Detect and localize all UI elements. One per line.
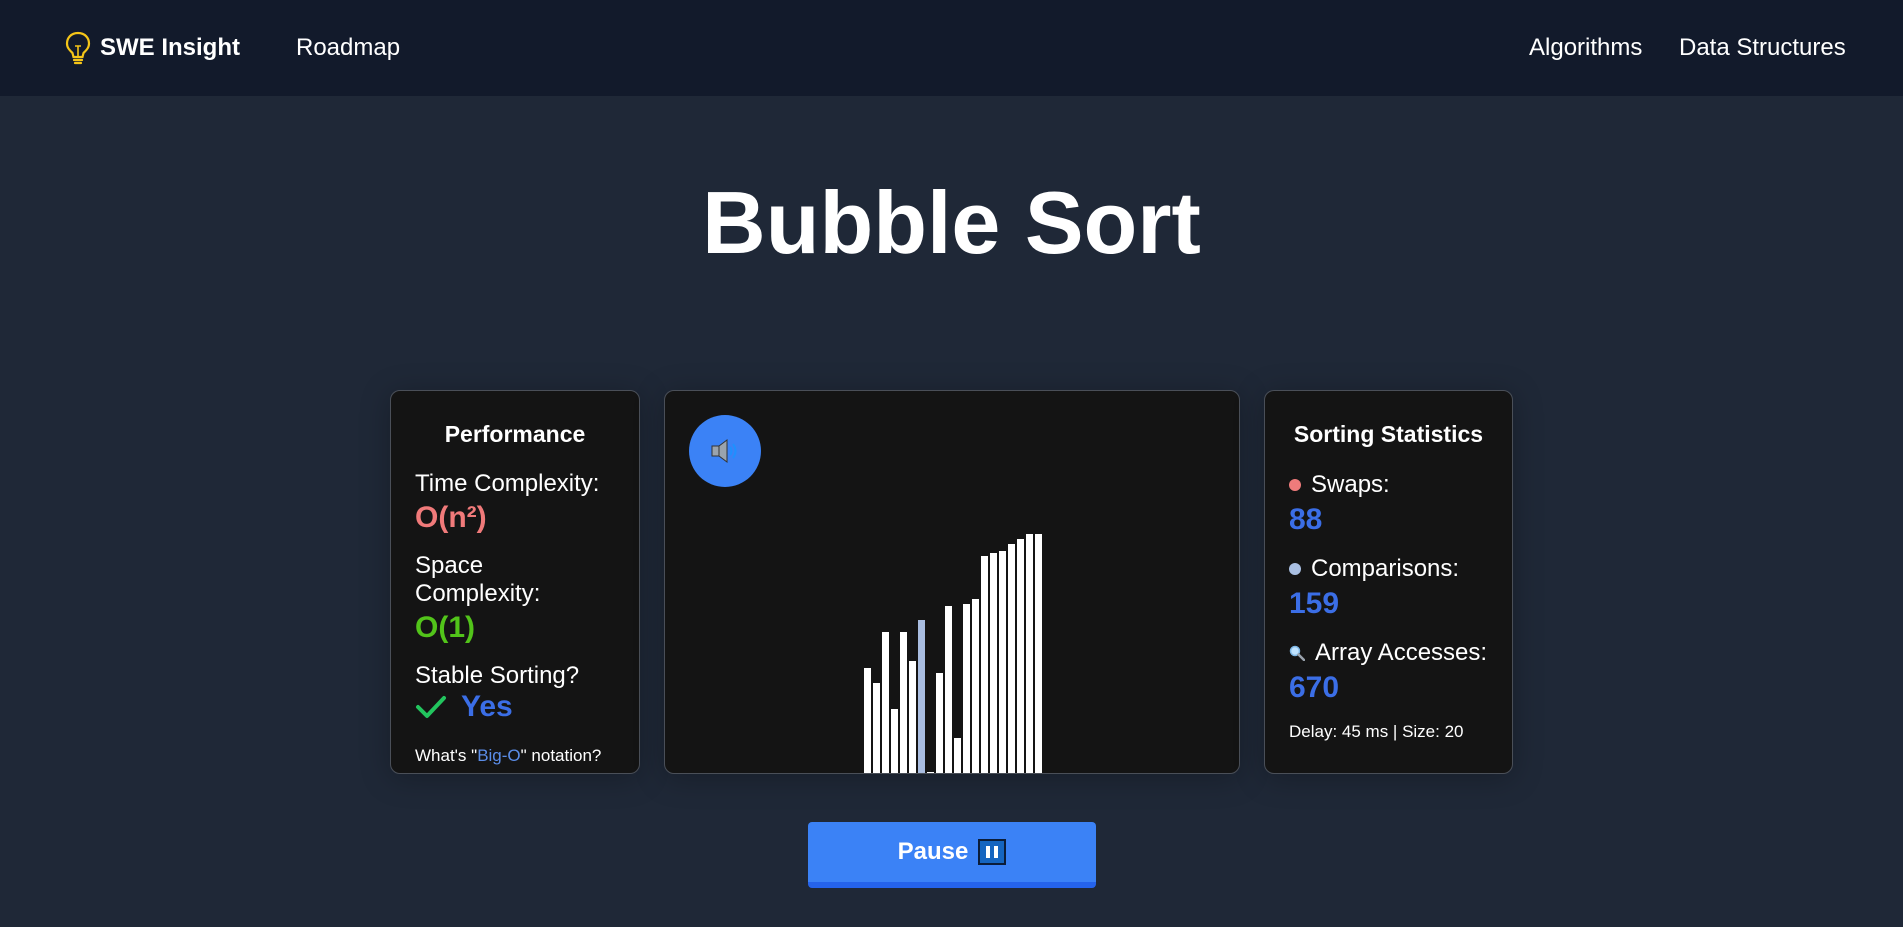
comparisons-value: 159	[1289, 587, 1340, 620]
accesses-row: Array Accesses:	[1289, 638, 1488, 668]
delay-size-info: Delay: 45 ms | Size: 20	[1289, 722, 1464, 741]
space-complexity-value: O(1)	[415, 611, 475, 644]
swaps-row: Swaps:	[1289, 470, 1488, 500]
nav-roadmap[interactable]: Roadmap	[296, 34, 400, 62]
array-bar	[1008, 544, 1015, 773]
array-bar	[909, 661, 916, 773]
time-complexity-label: Time Complexity:	[415, 470, 600, 497]
array-bar	[918, 620, 925, 773]
speaker-icon	[711, 439, 737, 463]
navbar: SWE Insight Roadmap Algorithms Data Stru…	[0, 0, 1903, 96]
big-o-link[interactable]: Big-O	[477, 746, 520, 765]
array-bar	[864, 668, 871, 773]
array-bar	[954, 738, 961, 773]
big-o-note: What's "Big-O" notation?	[415, 746, 615, 766]
array-bar	[1026, 534, 1033, 773]
swaps-label: Swaps:	[1311, 471, 1390, 498]
statistics-card: Sorting Statistics Swaps: 88 Comparisons…	[1264, 390, 1513, 774]
array-bar	[1017, 539, 1024, 773]
pause-icon	[978, 839, 1007, 865]
accesses-label: Array Accesses:	[1315, 639, 1488, 666]
lightbulb-icon	[65, 31, 91, 65]
time-complexity-value: O(n²)	[415, 501, 487, 534]
pause-label: Pause	[897, 838, 969, 865]
performance-card: Performance Time Complexity: O(n²) Space…	[390, 390, 640, 774]
array-bar	[927, 772, 934, 773]
array-bar	[873, 683, 880, 773]
blue-dot-icon	[1289, 563, 1301, 575]
swaps-value: 88	[1289, 503, 1323, 536]
array-bar	[963, 604, 970, 773]
visualizer-card	[664, 390, 1240, 774]
nav-algorithms[interactable]: Algorithms	[1529, 34, 1642, 62]
array-bar	[900, 632, 907, 773]
nav-data-structures[interactable]: Data Structures	[1679, 34, 1846, 62]
array-bar	[882, 632, 889, 773]
array-bar	[891, 709, 898, 773]
space-complexity-label: Space Complexity:	[415, 552, 541, 607]
big-o-note-suffix: " notation?	[520, 746, 602, 765]
page-title: Bubble Sort	[702, 173, 1201, 272]
pause-button[interactable]: Pause	[808, 822, 1096, 888]
brand-name: SWE Insight	[100, 34, 240, 61]
comparisons-label: Comparisons:	[1311, 555, 1460, 582]
array-bar	[1035, 534, 1042, 773]
red-dot-icon	[1289, 479, 1301, 491]
array-bar	[981, 556, 988, 773]
stable-sorting-label: Stable Sorting?	[415, 662, 580, 689]
array-bar	[945, 606, 952, 773]
statistics-title: Sorting Statistics	[1293, 421, 1484, 447]
array-bar	[990, 553, 997, 773]
big-o-note-prefix: What's "	[415, 746, 478, 765]
stable-sorting-value: Yes	[461, 690, 513, 723]
checkmark-icon	[416, 696, 446, 718]
performance-title: Performance	[444, 421, 586, 447]
stable-sorting-row: Yes	[415, 690, 615, 724]
magnifier-icon	[1289, 645, 1305, 661]
accesses-value: 670	[1289, 671, 1340, 704]
brand-link[interactable]: SWE Insight	[64, 30, 240, 66]
array-bar	[972, 599, 979, 773]
sound-toggle-button[interactable]	[689, 415, 761, 487]
array-bar	[936, 673, 943, 773]
comparisons-row: Comparisons:	[1289, 554, 1488, 584]
array-bar	[999, 551, 1006, 773]
